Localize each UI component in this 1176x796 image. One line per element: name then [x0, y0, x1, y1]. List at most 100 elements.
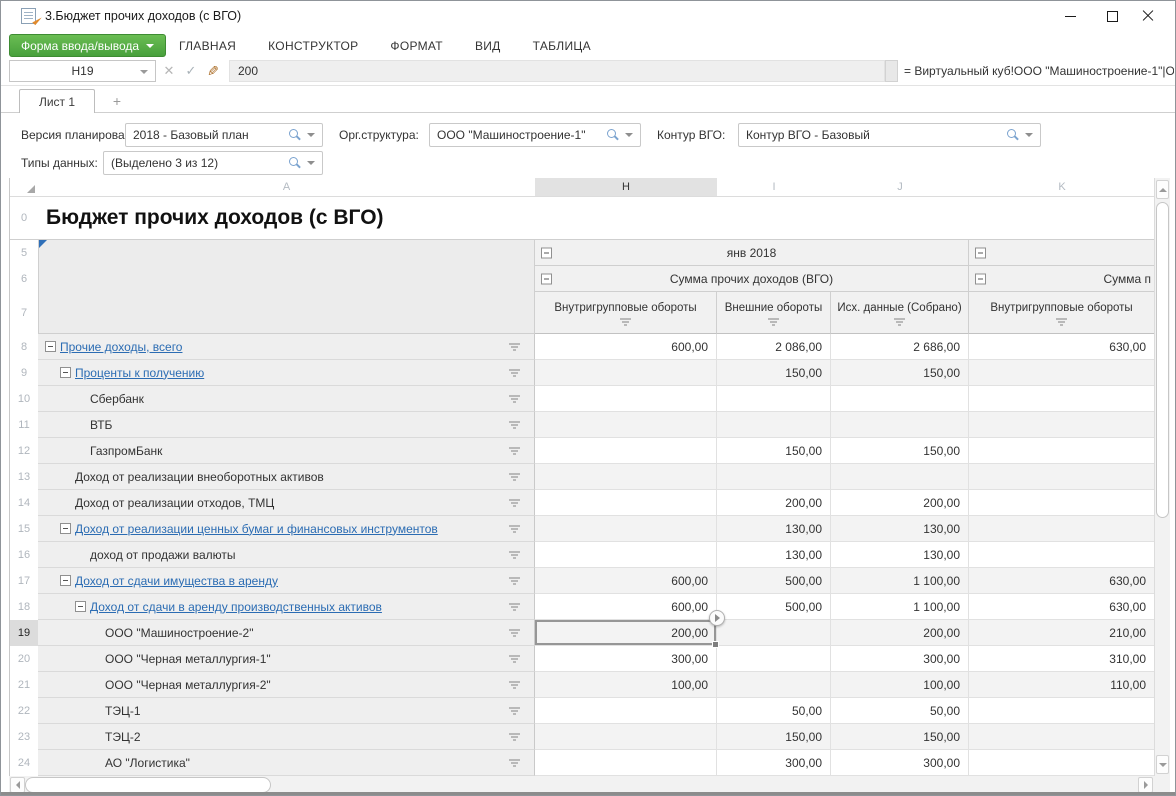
row-number-8[interactable]: 8 [10, 334, 38, 360]
confirm-entry-button[interactable]: ✓ [181, 60, 201, 82]
row-label-cell[interactable]: ГазпромБанк [38, 438, 535, 464]
filter-icon[interactable] [620, 318, 631, 326]
row-label[interactable]: Доход от реализации ценных бумаг и финан… [75, 522, 438, 536]
search-icon[interactable] [1007, 129, 1020, 142]
row-label-cell[interactable]: Проценты к получению [38, 360, 535, 386]
cell-H22[interactable] [535, 698, 717, 724]
cell-H10[interactable] [535, 386, 717, 412]
cell-K9[interactable] [969, 360, 1155, 386]
filter-icon[interactable] [894, 318, 905, 326]
formula-input[interactable]: 200 [229, 60, 885, 82]
row-label[interactable]: Проценты к получению [75, 366, 204, 380]
cell-K17[interactable]: 630,00 [969, 568, 1155, 594]
ribbon-tab-3[interactable]: ФОРМАТ [390, 39, 443, 53]
ribbon-tab-2[interactable]: КОНСТРУКТОР [268, 39, 358, 53]
row-label-cell[interactable]: Доход от реализации ценных бумаг и финан… [38, 516, 535, 542]
filter-icon[interactable] [509, 525, 520, 533]
collapse-toggle-icon[interactable] [975, 247, 986, 258]
cell-K21[interactable]: 110,00 [969, 672, 1155, 698]
cell-I11[interactable] [717, 412, 831, 438]
close-button[interactable] [1127, 1, 1169, 31]
cell-I23[interactable]: 150,00 [717, 724, 831, 750]
cell-I17[interactable]: 500,00 [717, 568, 831, 594]
chevron-down-icon[interactable] [307, 133, 315, 137]
chevron-down-icon[interactable] [307, 161, 315, 165]
row-number-18[interactable]: 18 [10, 594, 38, 620]
filter-icon[interactable] [509, 733, 520, 741]
cell-K19[interactable]: 210,00 [969, 620, 1155, 646]
org-structure-combo[interactable]: ООО "Машиностроение-1" [429, 123, 641, 147]
filter-icon[interactable] [509, 577, 520, 585]
scroll-left-button[interactable] [10, 777, 25, 793]
cell-K16[interactable] [969, 542, 1155, 568]
filter-icon[interactable] [509, 421, 520, 429]
cell-I22[interactable]: 50,00 [717, 698, 831, 724]
cell-H20[interactable]: 300,00 [535, 646, 717, 672]
filter-icon[interactable] [509, 759, 520, 767]
cell-H11[interactable] [535, 412, 717, 438]
row-number-14[interactable]: 14 [10, 490, 38, 516]
cell-I9[interactable]: 150,00 [717, 360, 831, 386]
cell-H19[interactable]: 200,00 [535, 620, 717, 646]
row-label-cell[interactable]: ООО "Машиностроение-2" [38, 620, 535, 646]
measure-group-cell[interactable]: Сумма прочих доходов (ВГО) [535, 266, 969, 292]
scroll-up-button[interactable] [1156, 180, 1169, 199]
formula-wizard-icon[interactable]: ✎ [203, 60, 223, 82]
row-number-23[interactable]: 23 [10, 724, 38, 750]
row-label-cell[interactable]: ООО "Черная металлургия-1" [38, 646, 535, 672]
ribbon-tab-5[interactable]: ТАБЛИЦА [533, 39, 591, 53]
filter-icon[interactable] [1056, 318, 1067, 326]
cell-J10[interactable] [831, 386, 969, 412]
period-group-cell[interactable]: янв 2018 [535, 240, 969, 266]
cell-J22[interactable]: 50,00 [831, 698, 969, 724]
cell-H16[interactable] [535, 542, 717, 568]
cell-K11[interactable] [969, 412, 1155, 438]
cell-H9[interactable] [535, 360, 717, 386]
collapse-toggle-icon[interactable] [975, 273, 986, 284]
row-label-cell[interactable]: Доход от сдачи имущества в аренду [38, 568, 535, 594]
row-number-0[interactable]: 0 [10, 197, 38, 239]
row-number-9[interactable]: 9 [10, 360, 38, 386]
cell-J21[interactable]: 100,00 [831, 672, 969, 698]
cell-K22[interactable] [969, 698, 1155, 724]
cell-J13[interactable] [831, 464, 969, 490]
measure-header-i[interactable]: Внешние обороты [717, 292, 831, 334]
row-label-cell[interactable]: ВТБ [38, 412, 535, 438]
column-header-K[interactable]: K [969, 178, 1155, 196]
form-io-button[interactable]: Форма ввода/вывода [9, 34, 166, 57]
row-number-7[interactable]: 7 [10, 292, 38, 334]
collapse-toggle-icon[interactable] [60, 367, 71, 378]
vertical-scrollbar[interactable] [1154, 178, 1170, 776]
cell-K13[interactable] [969, 464, 1155, 490]
select-all-corner[interactable] [10, 178, 38, 196]
cell-K18[interactable]: 630,00 [969, 594, 1155, 620]
collapse-toggle-icon[interactable] [75, 601, 86, 612]
cell-H8[interactable]: 600,00 [535, 334, 717, 360]
ribbon-tab-1[interactable]: ГЛАВНАЯ [179, 39, 236, 53]
filter-icon[interactable] [509, 681, 520, 689]
search-icon[interactable] [289, 157, 302, 170]
row-number-21[interactable]: 21 [10, 672, 38, 698]
row-number-24[interactable]: 24 [10, 750, 38, 776]
next-period-group-cell[interactable] [969, 240, 1155, 266]
collapse-toggle-icon[interactable] [541, 273, 552, 284]
row-label-cell[interactable]: Сбербанк [38, 386, 535, 412]
filter-icon[interactable] [509, 551, 520, 559]
row-number-17[interactable]: 17 [10, 568, 38, 594]
filter-icon[interactable] [509, 473, 520, 481]
formula-bar-splitter[interactable] [885, 60, 898, 82]
column-header-I[interactable]: I [717, 178, 831, 196]
filter-icon[interactable] [509, 369, 520, 377]
cell-K23[interactable] [969, 724, 1155, 750]
filter-icon[interactable] [509, 447, 520, 455]
column-header-A[interactable]: A [38, 178, 535, 196]
cell-H14[interactable] [535, 490, 717, 516]
cell-H23[interactable] [535, 724, 717, 750]
cell-I21[interactable] [717, 672, 831, 698]
cell-name-box[interactable]: H19 [9, 60, 156, 82]
data-types-combo[interactable]: (Выделено 3 из 12) [103, 151, 323, 175]
filter-icon[interactable] [509, 603, 520, 611]
row-label-cell[interactable]: ООО "Черная металлургия-2" [38, 672, 535, 698]
cell-J8[interactable]: 2 686,00 [831, 334, 969, 360]
row-number-19[interactable]: 19 [10, 620, 38, 646]
